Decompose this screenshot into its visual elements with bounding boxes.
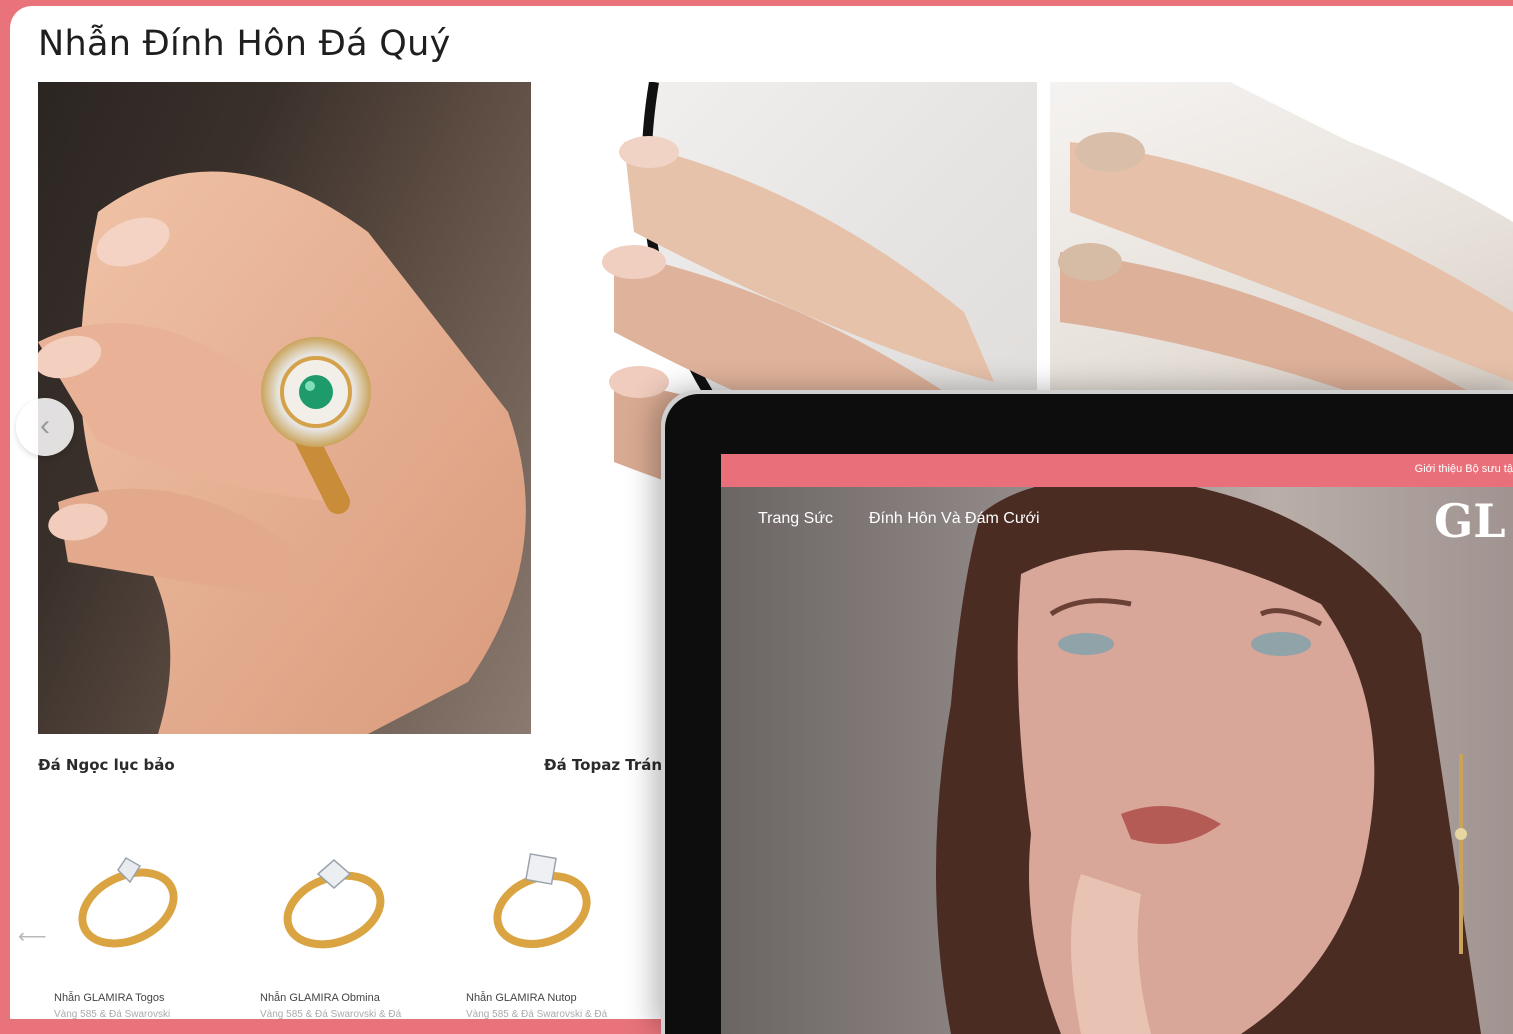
section-title: Nhẫn Đính Hôn Đá Quý [38,24,451,64]
chevron-left-icon[interactable]: ‹ [16,398,74,456]
tile-caption-topaz[interactable]: Đá Topaz Tráng [544,756,673,774]
gold-ring-icon [283,859,385,949]
gold-ring-icon [78,857,178,948]
emerald-ring-image [38,171,526,734]
nav-item-jewelry[interactable]: Trang Sức [758,510,833,528]
product-card[interactable]: Nhẫn GLAMIRA Obmina Vàng 585 & Đá Swarov… [246,826,416,1019]
emerald-stone [299,375,333,409]
product-subtitle: Vàng 585 & Đá Swarovski [54,1009,171,1019]
tile-caption-emerald[interactable]: Đá Ngọc lục bảo [38,756,175,774]
product-card[interactable]: Nhẫn GLAMIRA Togos Vàng 585 & Đá Swarovs… [40,826,210,1019]
product-name[interactable]: Nhẫn GLAMIRA Togos [54,992,164,1004]
product-name[interactable]: Nhẫn GLAMIRA Nutop [466,992,577,1004]
promo-topbar: Giới thiệu Bộ sưu tậ [721,454,1513,487]
product-card[interactable]: Nhẫn GLAMIRA Nutop Vàng 585 & Đá Swarovs… [452,826,622,1019]
category-tile-third[interactable] [1050,82,1513,392]
promo-text[interactable]: Giới thiệu Bộ sưu tậ [1415,463,1513,475]
laptop-screen: Giới thiệu Bộ sưu tậ Trang Sức Đính Hôn … [721,454,1513,1034]
product-subtitle: Vàng 585 & Đá Swarovski & Đá [260,1009,402,1019]
category-tile-emerald[interactable] [38,82,531,734]
model-portrait-image [936,478,1481,1034]
arrow-left-icon[interactable]: ⟵ [18,924,47,949]
product-name[interactable]: Nhẫn GLAMIRA Obmina [260,992,380,1004]
laptop-mockup: Giới thiệu Bộ sưu tậ Trang Sức Đính Hôn … [665,394,1513,1034]
nav-item-engagement[interactable]: Đính Hôn Và Đám Cưới [869,510,1040,528]
brand-logo[interactable]: GL [1434,494,1506,548]
product-subtitle: Vàng 585 & Đá Swarovski & Đá [466,1009,608,1019]
gold-ring-icon [493,853,591,948]
hand-image [1058,82,1513,392]
